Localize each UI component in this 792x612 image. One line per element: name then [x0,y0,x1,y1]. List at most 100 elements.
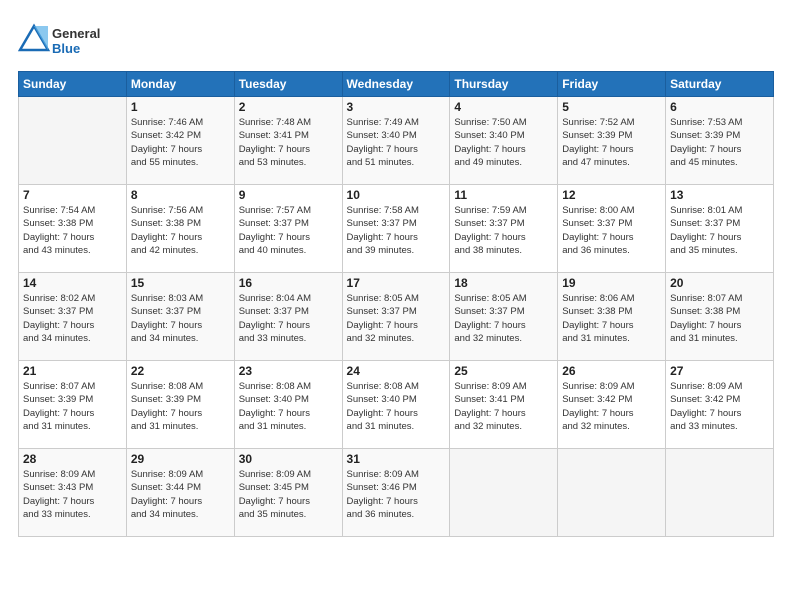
calendar-cell: 26 Sunrise: 8:09 AMSunset: 3:42 PMDayligh… [558,361,666,449]
calendar-table: SundayMondayTuesdayWednesdayThursdayFrid… [18,71,774,537]
calendar-cell: 8Sunrise: 7:56 AMSunset: 3:38 PMDaylight… [126,185,234,273]
day-number: 29 [131,452,230,466]
day-info: Sunrise: 7:59 AMSunset: 3:37 PMDaylight:… [454,204,553,257]
day-info: Sunrise: 8:00 AMSunset: 3:37 PMDaylight:… [562,204,661,257]
day-number: 24 [347,364,446,378]
svg-text:General: General [52,26,100,41]
day-number: 15 [131,276,230,290]
calendar-week-3: 14 Sunrise: 8:02 AMSunset: 3:37 PMDayligh… [19,273,774,361]
day-number: 22 [131,364,230,378]
calendar-cell: 3Sunrise: 7:49 AMSunset: 3:40 PMDaylight… [342,97,450,185]
day-number: 18 [454,276,553,290]
day-info: Sunrise: 7:53 AMSunset: 3:39 PMDaylight:… [670,116,769,169]
calendar-cell: 17 Sunrise: 8:05 AMSunset: 3:37 PMDayligh… [342,273,450,361]
calendar-cell: 19Sunrise: 8:06 AMSunset: 3:38 PMDayligh… [558,273,666,361]
day-info: Sunrise: 8:07 AMSunset: 3:38 PMDaylight:… [670,292,769,345]
calendar-header-tuesday: Tuesday [234,72,342,97]
day-info: Sunrise: 8:01 AMSunset: 3:37 PMDaylight:… [670,204,769,257]
calendar-cell: 31 Sunrise: 8:09 AMSunset: 3:46 PMDayligh… [342,449,450,537]
day-info: Sunrise: 8:04 AMSunset: 3:37 PMDaylight:… [239,292,338,345]
calendar-cell: 28 Sunrise: 8:09 AMSunset: 3:43 PMDayligh… [19,449,127,537]
day-number: 7 [23,188,122,202]
calendar-cell: 1Sunrise: 7:46 AMSunset: 3:42 PMDaylight… [126,97,234,185]
calendar-header-friday: Friday [558,72,666,97]
day-number: 17 [347,276,446,290]
day-number: 20 [670,276,769,290]
calendar-cell: 4 Sunrise: 7:50 AMSunset: 3:40 PMDaylight… [450,97,558,185]
calendar-cell: 12 Sunrise: 8:00 AMSunset: 3:37 PMDayligh… [558,185,666,273]
day-number: 6 [670,100,769,114]
day-info: Sunrise: 7:58 AMSunset: 3:37 PMDaylight:… [347,204,446,257]
day-number: 4 [454,100,553,114]
day-info: Sunrise: 7:49 AMSunset: 3:40 PMDaylight:… [347,116,446,169]
calendar-cell: 15 Sunrise: 8:03 AMSunset: 3:37 PMDayligh… [126,273,234,361]
calendar-header-saturday: Saturday [666,72,774,97]
day-info: Sunrise: 8:09 AMSunset: 3:42 PMDaylight:… [562,380,661,433]
day-info: Sunrise: 7:50 AMSunset: 3:40 PMDaylight:… [454,116,553,169]
calendar-week-1: 1Sunrise: 7:46 AMSunset: 3:42 PMDaylight… [19,97,774,185]
day-info: Sunrise: 8:08 AMSunset: 3:39 PMDaylight:… [131,380,230,433]
logo: General Blue [18,18,128,63]
calendar-cell: 2 Sunrise: 7:48 AMSunset: 3:41 PMDaylight… [234,97,342,185]
day-info: Sunrise: 8:09 AMSunset: 3:43 PMDaylight:… [23,468,122,521]
calendar-cell: 7 Sunrise: 7:54 AMSunset: 3:38 PMDaylight… [19,185,127,273]
calendar-header-sunday: Sunday [19,72,127,97]
calendar-cell: 14 Sunrise: 8:02 AMSunset: 3:37 PMDayligh… [19,273,127,361]
logo-container: General Blue [18,18,128,63]
day-info: Sunrise: 8:03 AMSunset: 3:37 PMDaylight:… [131,292,230,345]
calendar-cell: 5 Sunrise: 7:52 AMSunset: 3:39 PMDaylight… [558,97,666,185]
day-number: 19 [562,276,661,290]
day-number: 30 [239,452,338,466]
day-number: 5 [562,100,661,114]
calendar-cell: 23Sunrise: 8:08 AMSunset: 3:40 PMDayligh… [234,361,342,449]
day-info: Sunrise: 7:48 AMSunset: 3:41 PMDaylight:… [239,116,338,169]
day-number: 12 [562,188,661,202]
day-number: 28 [23,452,122,466]
day-info: Sunrise: 8:09 AMSunset: 3:41 PMDaylight:… [454,380,553,433]
day-number: 31 [347,452,446,466]
day-number: 25 [454,364,553,378]
day-info: Sunrise: 7:54 AMSunset: 3:38 PMDaylight:… [23,204,122,257]
calendar-cell [666,449,774,537]
day-info: Sunrise: 8:09 AMSunset: 3:46 PMDaylight:… [347,468,446,521]
calendar-header-monday: Monday [126,72,234,97]
day-info: Sunrise: 8:09 AMSunset: 3:44 PMDaylight:… [131,468,230,521]
calendar-cell: 16 Sunrise: 8:04 AMSunset: 3:37 PMDayligh… [234,273,342,361]
calendar-cell: 18 Sunrise: 8:05 AMSunset: 3:37 PMDayligh… [450,273,558,361]
day-number: 14 [23,276,122,290]
day-info: Sunrise: 8:08 AMSunset: 3:40 PMDaylight:… [239,380,338,433]
calendar-cell: 10Sunrise: 7:58 AMSunset: 3:37 PMDayligh… [342,185,450,273]
calendar-header-thursday: Thursday [450,72,558,97]
calendar-cell: 21 Sunrise: 8:07 AMSunset: 3:39 PMDayligh… [19,361,127,449]
calendar-cell: 29 Sunrise: 8:09 AMSunset: 3:44 PMDayligh… [126,449,234,537]
day-number: 21 [23,364,122,378]
calendar-cell [19,97,127,185]
day-info: Sunrise: 8:07 AMSunset: 3:39 PMDaylight:… [23,380,122,433]
day-number: 9 [239,188,338,202]
day-info: Sunrise: 8:09 AMSunset: 3:42 PMDaylight:… [670,380,769,433]
logo-svg: General Blue [18,18,128,58]
calendar-cell: 22 Sunrise: 8:08 AMSunset: 3:39 PMDayligh… [126,361,234,449]
calendar-cell: 9 Sunrise: 7:57 AMSunset: 3:37 PMDaylight… [234,185,342,273]
day-number: 16 [239,276,338,290]
page: General Blue SundayMondayTuesdayWednesda… [0,0,792,612]
day-info: Sunrise: 7:57 AMSunset: 3:37 PMDaylight:… [239,204,338,257]
day-info: Sunrise: 7:52 AMSunset: 3:39 PMDaylight:… [562,116,661,169]
calendar-header-row: SundayMondayTuesdayWednesdayThursdayFrid… [19,72,774,97]
header: General Blue [18,18,774,63]
calendar-cell [558,449,666,537]
calendar-week-2: 7 Sunrise: 7:54 AMSunset: 3:38 PMDaylight… [19,185,774,273]
day-info: Sunrise: 7:56 AMSunset: 3:38 PMDaylight:… [131,204,230,257]
calendar-week-4: 21 Sunrise: 8:07 AMSunset: 3:39 PMDayligh… [19,361,774,449]
day-info: Sunrise: 8:05 AMSunset: 3:37 PMDaylight:… [347,292,446,345]
day-info: Sunrise: 8:02 AMSunset: 3:37 PMDaylight:… [23,292,122,345]
calendar-cell: 6 Sunrise: 7:53 AMSunset: 3:39 PMDaylight… [666,97,774,185]
calendar-cell: 20 Sunrise: 8:07 AMSunset: 3:38 PMDayligh… [666,273,774,361]
calendar-cell: 13Sunrise: 8:01 AMSunset: 3:37 PMDayligh… [666,185,774,273]
day-number: 2 [239,100,338,114]
day-number: 27 [670,364,769,378]
day-number: 26 [562,364,661,378]
day-info: Sunrise: 8:05 AMSunset: 3:37 PMDaylight:… [454,292,553,345]
day-info: Sunrise: 8:08 AMSunset: 3:40 PMDaylight:… [347,380,446,433]
calendar-header-wednesday: Wednesday [342,72,450,97]
